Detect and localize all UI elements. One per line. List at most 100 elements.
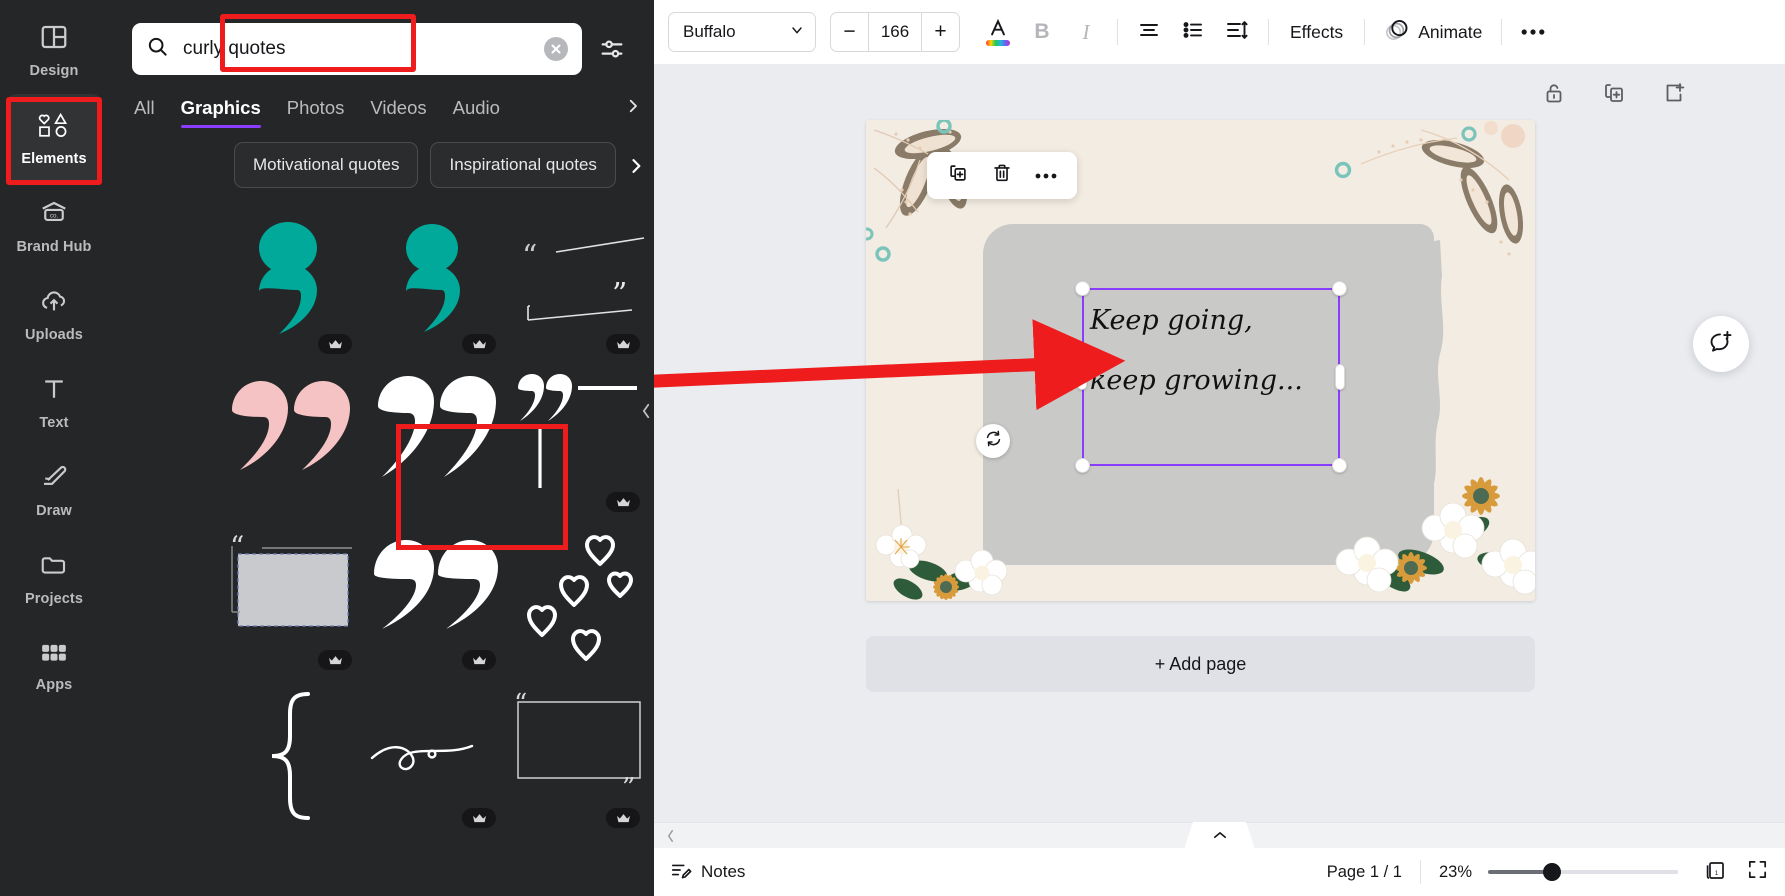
result-item[interactable]: [514, 530, 646, 678]
svg-text:“: “: [522, 239, 537, 274]
font-size-stepper[interactable]: − 166 +: [830, 12, 960, 52]
sidebar-item-apps[interactable]: Apps: [6, 622, 102, 710]
lock-page-button[interactable]: [1541, 80, 1567, 106]
notes-button[interactable]: Notes: [670, 859, 745, 886]
svg-text:1: 1: [1715, 871, 1719, 877]
font-family-select[interactable]: Buffalo: [668, 12, 816, 52]
elements-icon: [38, 110, 70, 145]
collapse-left-icon[interactable]: [662, 828, 678, 844]
result-item[interactable]: [226, 372, 358, 520]
result-item[interactable]: [226, 688, 358, 836]
sidebar-item-label: Text: [39, 414, 69, 431]
decrease-font-size-button[interactable]: −: [831, 13, 868, 51]
tab-label: Photos: [286, 97, 345, 118]
resize-handle-left[interactable]: [1077, 364, 1087, 390]
result-item-white-quotes[interactable]: [370, 372, 502, 520]
page-indicator[interactable]: Page 1 / 1: [1327, 863, 1420, 882]
projects-icon: [39, 550, 69, 585]
more-options-button[interactable]: [1511, 10, 1555, 54]
chip-inspirational-quotes[interactable]: Inspirational quotes: [430, 142, 616, 188]
sidebar-item-label: Design: [29, 62, 79, 79]
chip-label: Inspirational quotes: [449, 155, 597, 174]
italic-button[interactable]: I: [1064, 10, 1108, 54]
result-item[interactable]: [514, 372, 646, 520]
duplicate-element-button[interactable]: [939, 157, 977, 195]
increase-label: +: [934, 20, 947, 43]
left-rail: Design Elements co. Brand Hub Uploads Te…: [0, 0, 108, 896]
chevron-right-icon[interactable]: [624, 154, 648, 178]
tab-photos[interactable]: Photos: [287, 97, 345, 128]
fullscreen-button[interactable]: [1746, 858, 1769, 886]
result-item[interactable]: [370, 214, 502, 362]
add-page-button[interactable]: [1661, 80, 1687, 106]
search-input[interactable]: [183, 38, 530, 60]
rotate-handle[interactable]: [976, 424, 1010, 458]
text-color-button[interactable]: [976, 10, 1020, 54]
resize-handle-top-left[interactable]: [1075, 281, 1090, 296]
elements-panel: All Graphics Photos Videos Audio Motivat…: [108, 0, 654, 896]
effects-button[interactable]: Effects: [1278, 22, 1355, 43]
pro-crown-icon: [462, 334, 496, 354]
collapse-panel-button[interactable]: [637, 382, 654, 440]
increase-font-size-button[interactable]: +: [922, 13, 959, 51]
sidebar-item-brand-hub[interactable]: co. Brand Hub: [6, 182, 102, 270]
sidebar-item-text[interactable]: Text: [6, 358, 102, 446]
sidebar-item-label: Brand Hub: [16, 238, 92, 255]
tab-audio[interactable]: Audio: [453, 97, 500, 128]
animate-button[interactable]: Animate: [1374, 17, 1492, 47]
chevron-down-icon: [789, 22, 805, 43]
bold-button[interactable]: B: [1020, 10, 1064, 54]
sidebar-item-label: Uploads: [25, 326, 83, 343]
line-spacing-button[interactable]: [1215, 10, 1259, 54]
zoom-slider[interactable]: [1488, 863, 1678, 881]
element-more-button[interactable]: [1027, 157, 1065, 195]
text-align-button[interactable]: [1127, 10, 1171, 54]
add-page-strip[interactable]: + Add page: [866, 636, 1535, 692]
apps-icon: [39, 640, 69, 671]
zoom-slider-knob[interactable]: [1543, 863, 1561, 881]
resize-handle-right[interactable]: [1335, 364, 1345, 390]
draw-icon: [38, 462, 70, 497]
sidebar-item-design[interactable]: Design: [6, 6, 102, 94]
duplicate-page-button[interactable]: [1601, 80, 1627, 106]
chip-motivational-quotes[interactable]: Motivational quotes: [234, 142, 419, 188]
sidebar-item-uploads[interactable]: Uploads: [6, 270, 102, 358]
resize-handle-bottom-left[interactable]: [1075, 458, 1090, 473]
more-horizontal-icon: [1035, 167, 1057, 185]
chevron-right-icon[interactable]: [620, 93, 646, 119]
duplicate-icon: [947, 162, 969, 189]
bullet-list-button[interactable]: [1171, 10, 1215, 54]
clear-search-icon[interactable]: [544, 37, 568, 61]
font-size-value[interactable]: 166: [868, 13, 922, 51]
animate-label: Animate: [1418, 21, 1483, 42]
result-item[interactable]: [370, 530, 502, 678]
tab-label: Graphics: [180, 97, 261, 118]
tab-videos[interactable]: Videos: [370, 97, 426, 128]
pro-crown-icon: [606, 334, 640, 354]
grid-view-button[interactable]: 1: [1704, 858, 1728, 887]
animate-icon: [1384, 17, 1409, 47]
page-tools: [1541, 80, 1687, 106]
tab-all[interactable]: All: [134, 97, 155, 128]
text-selection-box[interactable]: [1075, 281, 1347, 473]
delete-element-button[interactable]: [983, 157, 1021, 195]
tab-label: Audio: [452, 97, 500, 118]
sidebar-item-elements[interactable]: Elements: [6, 94, 102, 182]
result-item[interactable]: “: [226, 530, 358, 678]
search-box[interactable]: [132, 23, 582, 75]
expand-notes-button[interactable]: [1184, 822, 1255, 848]
sidebar-item-draw[interactable]: Draw: [6, 446, 102, 534]
tab-graphics[interactable]: Graphics: [180, 97, 261, 128]
bold-label: B: [1034, 20, 1050, 43]
zoom-level-label[interactable]: 23%: [1421, 863, 1488, 882]
result-item[interactable]: “ ”: [514, 214, 646, 362]
sidebar-item-projects[interactable]: Projects: [6, 534, 102, 622]
canvas-area[interactable]: Keep going, keep growing... + Add page: [654, 64, 1785, 822]
text-toolbar: Buffalo − 166 + B I Effects Animate: [654, 0, 1785, 64]
result-item[interactable]: “ ”: [514, 688, 646, 836]
result-item[interactable]: [226, 214, 358, 362]
resize-handle-top-right[interactable]: [1332, 281, 1347, 296]
filter-sliders-icon[interactable]: [592, 29, 632, 69]
add-comment-button[interactable]: [1693, 316, 1749, 372]
result-item[interactable]: [370, 688, 502, 836]
